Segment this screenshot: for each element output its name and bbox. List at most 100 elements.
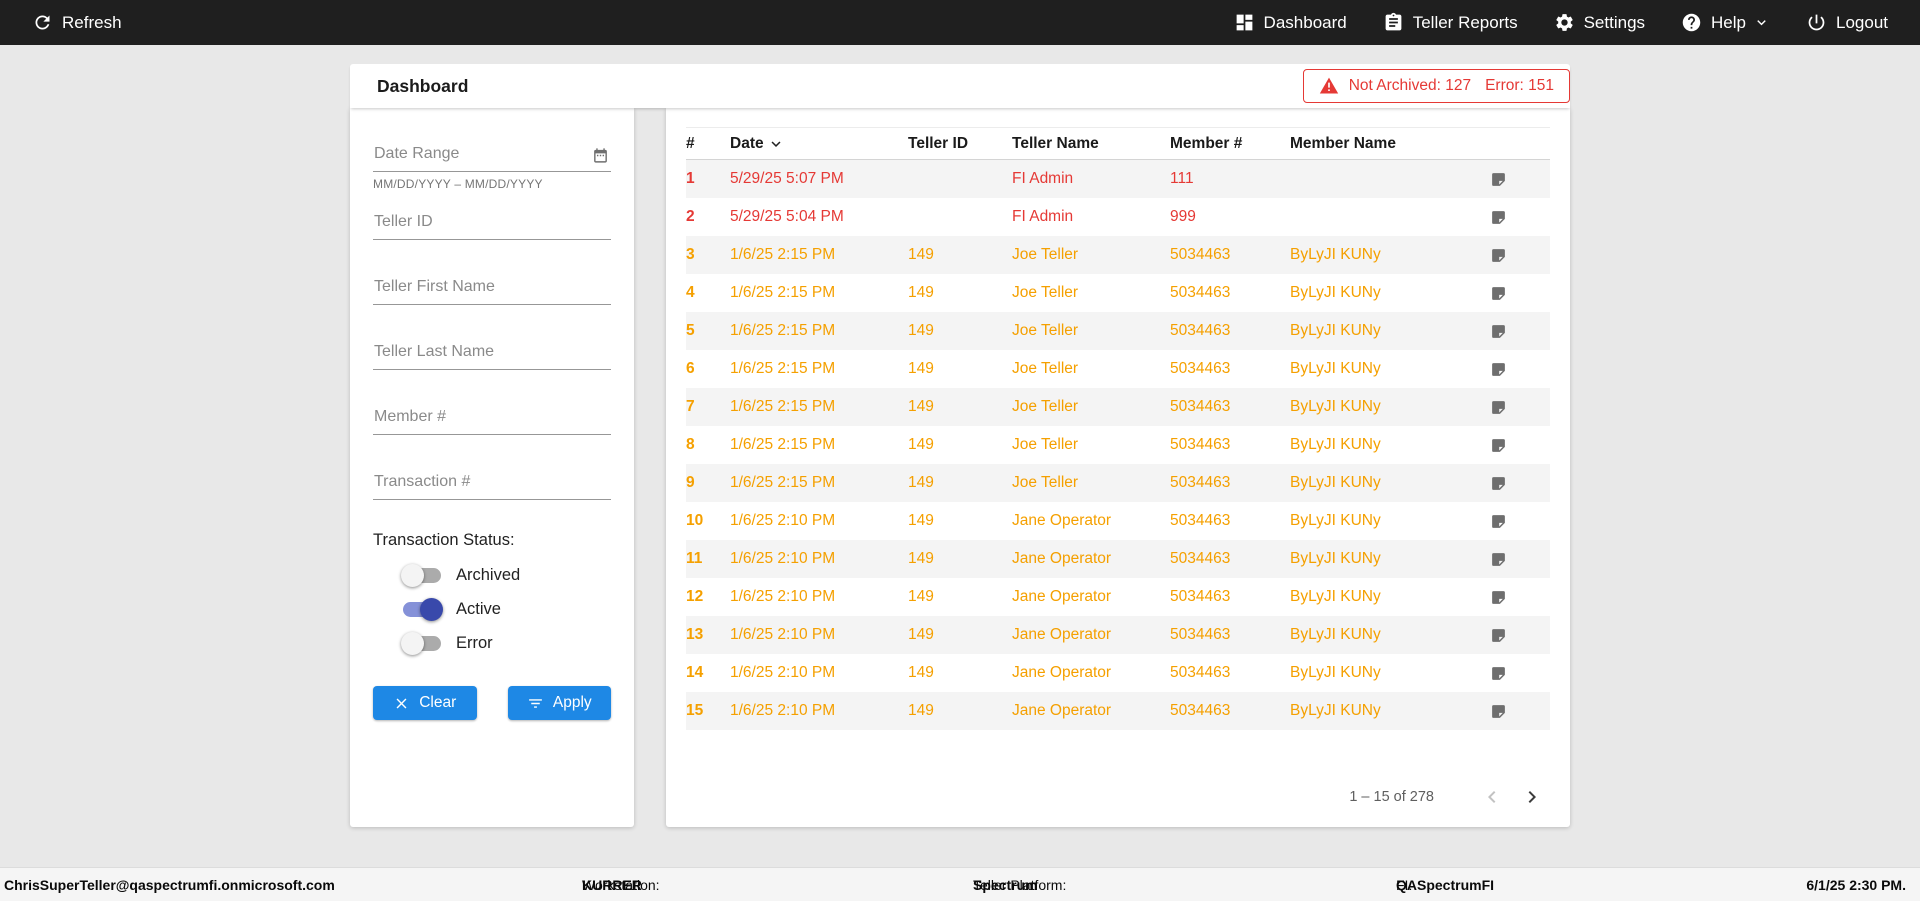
note-button[interactable] xyxy=(1490,209,1550,226)
note-button[interactable] xyxy=(1490,703,1550,720)
transaction-status-label: Transaction Status: xyxy=(373,531,515,549)
col-teller-id[interactable]: Teller ID xyxy=(908,135,1012,153)
calendar-icon[interactable] xyxy=(592,147,609,164)
next-page-button[interactable] xyxy=(1512,780,1552,814)
teller-first-name-input[interactable] xyxy=(373,271,611,305)
note-button[interactable] xyxy=(1490,437,1550,454)
note-icon xyxy=(1492,324,1505,338)
apply-button-label: Apply xyxy=(552,694,592,711)
note-button[interactable] xyxy=(1490,323,1550,340)
teller-last-name-input[interactable] xyxy=(373,336,611,370)
table-row[interactable]: 8 1/6/25 2:15 PM 149 Joe Teller 5034463 … xyxy=(686,426,1550,464)
row-teller-id: 149 xyxy=(908,360,934,377)
row-member-name: ByLyJI KUNy xyxy=(1290,588,1381,605)
toggle-archived[interactable]: Archived xyxy=(401,563,611,587)
clear-button[interactable]: Clear xyxy=(373,686,477,720)
nav-settings-label: Settings xyxy=(1583,12,1646,32)
close-icon xyxy=(396,698,407,708)
table-row[interactable]: 9 1/6/25 2:15 PM 149 Joe Teller 5034463 … xyxy=(686,464,1550,502)
note-button[interactable] xyxy=(1490,589,1550,606)
table-row[interactable]: 14 1/6/25 2:10 PM 149 Jane Operator 5034… xyxy=(686,654,1550,692)
prev-page-button[interactable] xyxy=(1472,780,1512,814)
row-number: 9 xyxy=(686,474,695,491)
note-icon xyxy=(1492,704,1505,718)
toggle-active[interactable]: Active xyxy=(403,597,611,621)
nav-teller-reports[interactable]: Teller Reports xyxy=(1383,12,1518,33)
row-teller-id: 149 xyxy=(908,702,934,719)
date-range-input[interactable] xyxy=(373,138,611,172)
table-row[interactable]: 10 1/6/25 2:10 PM 149 Jane Operator 5034… xyxy=(686,502,1550,540)
row-date: 1/6/25 2:10 PM xyxy=(730,626,836,643)
row-teller-name: FI Admin xyxy=(1012,208,1074,225)
switch-thumb xyxy=(401,563,424,587)
page-header: Dashboard Not Archived: 127 Error: 151 xyxy=(350,64,1570,108)
table-row[interactable]: 5 1/6/25 2:15 PM 149 Joe Teller 5034463 … xyxy=(686,312,1550,350)
row-member-number: 5034463 xyxy=(1170,246,1231,263)
power-icon xyxy=(1808,14,1825,31)
row-member-number: 5034463 xyxy=(1170,398,1231,415)
col-date[interactable]: Date xyxy=(730,135,908,153)
row-member-number: 5034463 xyxy=(1170,284,1231,301)
row-teller-name: Joe Teller xyxy=(1012,284,1079,301)
note-icon xyxy=(1492,590,1505,604)
row-member-name: ByLyJI KUNy xyxy=(1290,398,1381,415)
note-icon xyxy=(1492,400,1505,414)
table-row[interactable]: 13 1/6/25 2:10 PM 149 Jane Operator 5034… xyxy=(686,616,1550,654)
table-row[interactable]: 15 1/6/25 2:10 PM 149 Jane Operator 5034… xyxy=(686,692,1550,730)
table-row[interactable]: 11 1/6/25 2:10 PM 149 Jane Operator 5034… xyxy=(686,540,1550,578)
note-button[interactable] xyxy=(1490,285,1550,302)
error-switch[interactable] xyxy=(401,631,441,655)
refresh-button[interactable]: Refresh xyxy=(32,12,122,33)
active-label: Active xyxy=(456,599,501,618)
error-label: Error xyxy=(456,633,493,652)
note-button[interactable] xyxy=(1490,627,1550,644)
col-teller-name[interactable]: Teller Name xyxy=(1012,135,1170,153)
note-button[interactable] xyxy=(1490,399,1550,416)
apply-button[interactable]: Apply xyxy=(507,686,611,720)
table-row[interactable]: 2 5/29/25 5:04 PM FI Admin 999 xyxy=(686,198,1550,236)
nav-teller-reports-label: Teller Reports xyxy=(1412,12,1518,32)
note-button[interactable] xyxy=(1490,361,1550,378)
transactions-panel: # Date Teller ID Teller Name Member # Me… xyxy=(666,108,1570,827)
active-switch[interactable] xyxy=(403,597,443,621)
switch-thumb xyxy=(401,631,424,655)
nav-dashboard[interactable]: Dashboard xyxy=(1234,12,1347,33)
member-number-input[interactable] xyxy=(373,401,611,435)
row-member-number: 999 xyxy=(1170,208,1196,225)
col-member-name[interactable]: Member Name xyxy=(1290,135,1490,153)
row-teller-name: Jane Operator xyxy=(1012,512,1112,529)
note-button[interactable] xyxy=(1490,247,1550,264)
table-row[interactable]: 7 1/6/25 2:15 PM 149 Joe Teller 5034463 … xyxy=(686,388,1550,426)
row-date: 1/6/25 2:10 PM xyxy=(730,702,836,719)
dashboard-icon xyxy=(1236,14,1252,31)
table-row[interactable]: 3 1/6/25 2:15 PM 149 Joe Teller 5034463 … xyxy=(686,236,1550,274)
table-row[interactable]: 1 5/29/25 5:07 PM FI Admin 111 xyxy=(686,160,1550,198)
archived-label: Archived xyxy=(456,565,521,584)
note-button[interactable] xyxy=(1490,551,1550,568)
nav-dashboard-label: Dashboard xyxy=(1263,12,1347,32)
teller-id-input[interactable] xyxy=(373,206,611,240)
table-row[interactable]: 12 1/6/25 2:10 PM 149 Jane Operator 5034… xyxy=(686,578,1550,616)
col-member-number[interactable]: Member # xyxy=(1170,135,1290,153)
content-row: MM/DD/YYYY – MM/DD/YYYY Transaction Stat… xyxy=(350,108,1570,827)
nav-settings[interactable]: Settings xyxy=(1554,12,1645,33)
note-button[interactable] xyxy=(1490,475,1550,492)
transaction-number-input[interactable] xyxy=(373,466,611,500)
alert-badge: Not Archived: 127 Error: 151 xyxy=(1302,69,1570,103)
row-member-number: 111 xyxy=(1170,170,1194,187)
toggle-error[interactable]: Error xyxy=(401,631,611,655)
nav-logout[interactable]: Logout xyxy=(1806,12,1888,33)
note-button[interactable] xyxy=(1490,171,1550,188)
table-row[interactable]: 6 1/6/25 2:15 PM 149 Joe Teller 5034463 … xyxy=(686,350,1550,388)
note-button[interactable] xyxy=(1490,665,1550,682)
row-teller-id: 149 xyxy=(908,322,934,339)
col-number: # xyxy=(686,134,695,152)
fi-info: FI: QASpectrumFI xyxy=(1396,877,1494,893)
note-icon xyxy=(1492,172,1505,186)
row-number: 13 xyxy=(686,626,704,643)
archived-switch[interactable] xyxy=(401,563,441,587)
nav-help[interactable]: Help xyxy=(1681,12,1770,33)
table-row[interactable]: 4 1/6/25 2:15 PM 149 Joe Teller 5034463 … xyxy=(686,274,1550,312)
note-button[interactable] xyxy=(1490,513,1550,530)
row-number: 11 xyxy=(686,550,703,567)
